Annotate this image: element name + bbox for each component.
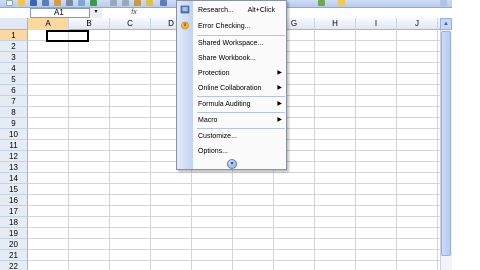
menu-item-shared-workspace[interactable]: Shared Workspace... [193,37,287,50]
menu-item-research-label: Research... [198,7,234,14]
menu-item-formula-auditing-label: Formula Auditing [198,101,251,108]
scroll-thumb[interactable] [441,31,451,256]
name-box-dropdown-button[interactable]: ▾ [89,8,102,18]
menu-separator [197,128,285,129]
menu-item-customize[interactable]: Customize... [193,130,287,143]
row-header-4[interactable]: 4 [0,63,28,74]
column-header-i[interactable]: I [356,18,397,30]
row-header-2[interactable]: 2 [0,41,28,52]
tools-menu: Research... Alt+Click Error Checking... … [176,0,287,170]
fx-icon[interactable]: fx [128,8,140,18]
menu-item-error-checking-label: Error Checking... [198,23,251,30]
menu-separator [197,96,285,97]
print-preview-icon[interactable] [78,0,85,6]
drawing-icon[interactable] [338,0,345,6]
active-cell-a1[interactable] [46,30,89,42]
menu-item-research[interactable]: Research... Alt+Click [193,4,287,17]
menu-item-macro[interactable]: Macro ▶ [193,114,287,127]
menu-item-share-workbook-label: Share Workbook... [198,55,256,62]
open-icon[interactable] [18,0,25,6]
format-painter-icon[interactable] [146,0,153,6]
cut-icon[interactable] [110,0,117,6]
row-header-17[interactable]: 17 [0,206,28,217]
row-header-11[interactable]: 11 [0,140,28,151]
row-header-10[interactable]: 10 [0,129,28,140]
chart-wizard-icon[interactable] [318,0,325,6]
submenu-arrow-icon: ▶ [277,117,282,123]
row-header-13[interactable]: 13 [0,162,28,173]
print-icon[interactable] [66,0,73,6]
menu-item-macro-label: Macro [198,117,218,124]
row-header-20[interactable]: 20 [0,239,28,250]
column-header-a[interactable]: A [28,18,69,30]
new-icon[interactable] [6,0,13,6]
row-header-14[interactable]: 14 [0,173,28,184]
window-right-margin [452,0,480,270]
scroll-up-button[interactable]: ▲ [440,18,452,30]
column-header-b[interactable]: B [69,18,110,30]
row-header-21[interactable]: 21 [0,250,28,261]
excel-window: A1 ▾ fx A B C D E F G H I J 1 2 3 4 5 6 … [0,0,480,270]
menu-item-protection-label: Protection [198,70,230,77]
column-header-j[interactable]: J [397,18,438,30]
row-header-15[interactable]: 15 [0,184,28,195]
zoom-icon[interactable] [440,0,447,6]
column-header-c[interactable]: C [110,18,151,30]
permission-icon[interactable] [42,0,49,6]
menu-item-online-collaboration-label: Online Collaboration [198,85,262,92]
row-header-5[interactable]: 5 [0,74,28,85]
row-header-bar: 1 2 3 4 5 6 7 8 9 10 11 12 13 14 15 16 1… [0,30,28,270]
menu-separator [197,112,285,113]
spelling-icon[interactable] [90,0,97,6]
menu-item-formula-auditing[interactable]: Formula Auditing ▶ [193,98,287,111]
menu-item-protection[interactable]: Protection ▶ [193,67,287,80]
row-header-7[interactable]: 7 [0,96,28,107]
menu-item-share-workbook[interactable]: Share Workbook... [193,52,287,65]
chevron-double-down-icon[interactable]: ▼ [227,159,237,169]
menu-item-online-collaboration[interactable]: Online Collaboration ▶ [193,82,287,95]
row-header-18[interactable]: 18 [0,217,28,228]
row-header-19[interactable]: 19 [0,228,28,239]
row-header-1[interactable]: 1 [0,30,28,41]
menu-item-shared-workspace-label: Shared Workspace... [198,40,264,47]
submenu-arrow-icon: ▶ [277,101,282,107]
error-checking-icon [181,21,189,30]
row-header-8[interactable]: 8 [0,107,28,118]
submenu-arrow-icon: ▶ [277,70,282,76]
research-icon [180,5,190,14]
paste-icon[interactable] [134,0,141,6]
row-header-12[interactable]: 12 [0,151,28,162]
row-header-22[interactable]: 22 [0,261,28,270]
menu-item-error-checking[interactable]: Error Checking... [193,20,287,33]
row-header-16[interactable]: 16 [0,195,28,206]
menu-item-options[interactable]: Options... [193,145,287,158]
menu-item-options-label: Options... [198,148,228,155]
menu-item-customize-label: Customize... [198,133,237,140]
select-all-button[interactable] [0,18,28,30]
submenu-arrow-icon: ▶ [277,85,282,91]
row-header-9[interactable]: 9 [0,118,28,129]
undo-icon[interactable] [160,0,167,6]
row-header-6[interactable]: 6 [0,85,28,96]
menu-separator [197,35,285,36]
row-header-3[interactable]: 3 [0,52,28,63]
menu-item-research-shortcut: Alt+Click [247,7,275,14]
save-icon[interactable] [30,0,37,6]
email-icon[interactable] [54,0,61,6]
copy-icon[interactable] [122,0,129,6]
column-header-h[interactable]: H [315,18,356,30]
